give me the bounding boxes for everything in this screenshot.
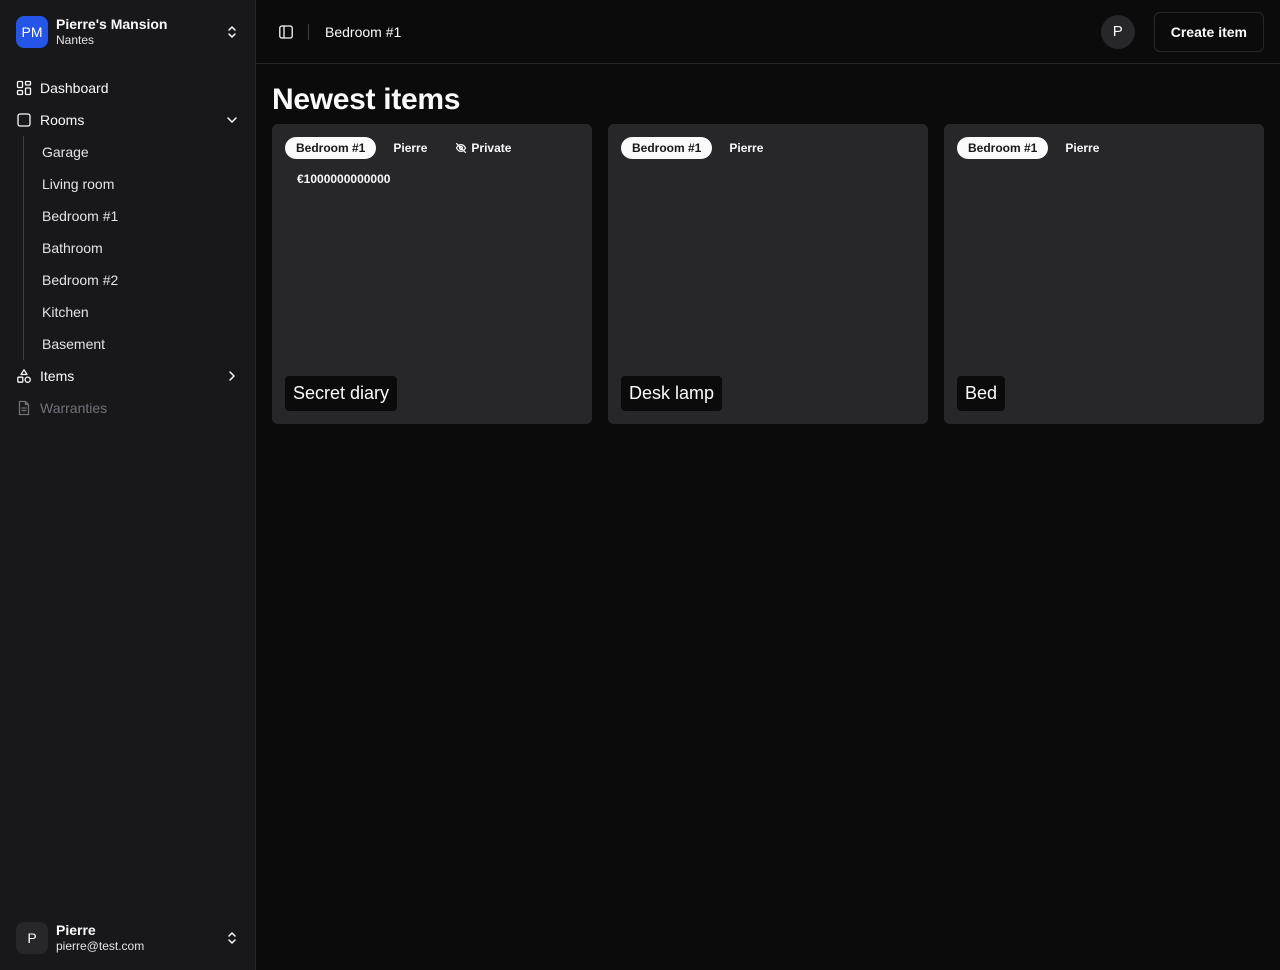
sidebar-subitem-living-room[interactable]: Living room bbox=[34, 168, 248, 200]
header-divider bbox=[308, 23, 309, 40]
top-bar: Bedroom #1 P Create item bbox=[256, 0, 1280, 64]
sidebar-item-rooms[interactable]: Rooms bbox=[8, 104, 248, 136]
square-icon bbox=[16, 112, 32, 128]
file-icon bbox=[16, 400, 32, 416]
shapes-icon bbox=[16, 368, 32, 384]
item-card[interactable]: Bedroom #1 Pierre Desk lamp bbox=[608, 124, 928, 424]
avatar: P bbox=[16, 922, 48, 954]
workspace-name: Pierre's Mansion bbox=[56, 16, 168, 32]
sidebar-item-dashboard[interactable]: Dashboard bbox=[8, 72, 248, 104]
sidebar-nav: Dashboard Rooms Garage Living room Bedro… bbox=[8, 72, 248, 424]
private-label: Private bbox=[471, 141, 512, 155]
sidebar-subitem-kitchen[interactable]: Kitchen bbox=[34, 296, 248, 328]
sidebar-toggle-button[interactable] bbox=[272, 18, 300, 46]
item-card[interactable]: Bedroom #1 Pierre Bed bbox=[944, 124, 1264, 424]
item-title: Desk lamp bbox=[621, 376, 723, 411]
chevron-down-icon bbox=[224, 112, 240, 128]
sidebar-subitem-bathroom[interactable]: Bathroom bbox=[34, 232, 248, 264]
panel-left-icon bbox=[278, 24, 294, 40]
sidebar-item-label: Rooms bbox=[40, 112, 85, 128]
user-email: pierre@test.com bbox=[56, 939, 145, 953]
sidebar-item-label: Warranties bbox=[40, 400, 108, 416]
user-menu[interactable]: P Pierre pierre@test.com bbox=[8, 914, 248, 962]
owner-badge: Pierre bbox=[393, 141, 428, 155]
private-badge: Private bbox=[444, 137, 522, 159]
user-name: Pierre bbox=[56, 922, 96, 938]
sidebar-item-label: Items bbox=[40, 368, 75, 384]
room-badge: Bedroom #1 bbox=[285, 137, 377, 159]
sidebar: PM Pierre's Mansion Nantes Dashboard Roo… bbox=[0, 0, 256, 970]
rooms-submenu: Garage Living room Bedroom #1 Bathroom B… bbox=[23, 136, 248, 360]
workspace-switcher[interactable]: PM Pierre's Mansion Nantes bbox=[8, 8, 248, 56]
owner-badge: Pierre bbox=[1065, 141, 1100, 155]
item-price: €1000000000000 bbox=[297, 172, 391, 186]
avatar[interactable]: P bbox=[1100, 14, 1135, 49]
chevrons-up-down-icon bbox=[224, 24, 240, 40]
sidebar-item-warranties[interactable]: Warranties bbox=[8, 392, 248, 424]
chevrons-up-down-icon bbox=[224, 930, 240, 946]
chevron-right-icon bbox=[224, 368, 240, 384]
item-title: Secret diary bbox=[285, 376, 398, 411]
breadcrumb[interactable]: Bedroom #1 bbox=[325, 24, 1101, 40]
sidebar-subitem-basement[interactable]: Basement bbox=[34, 328, 248, 360]
dashboard-icon bbox=[16, 80, 32, 96]
sidebar-subitem-bedroom-2[interactable]: Bedroom #2 bbox=[34, 264, 248, 296]
item-title: Bed bbox=[957, 376, 1006, 411]
sidebar-subitem-bedroom-1[interactable]: Bedroom #1 bbox=[34, 200, 248, 232]
sidebar-item-label: Dashboard bbox=[40, 80, 109, 96]
workspace-location: Nantes bbox=[56, 33, 95, 47]
eye-off-icon bbox=[455, 142, 467, 154]
room-badge: Bedroom #1 bbox=[621, 137, 713, 159]
sidebar-subitem-garage[interactable]: Garage bbox=[34, 136, 248, 168]
create-item-button[interactable]: Create item bbox=[1153, 11, 1264, 52]
item-card[interactable]: Bedroom #1 Pierre Private €1000000000000… bbox=[272, 124, 592, 424]
sidebar-item-items[interactable]: Items bbox=[8, 360, 248, 392]
owner-badge: Pierre bbox=[729, 141, 764, 155]
item-card-list: Bedroom #1 Pierre Private €1000000000000… bbox=[272, 124, 1264, 424]
workspace-avatar: PM bbox=[16, 16, 48, 48]
room-badge: Bedroom #1 bbox=[957, 137, 1049, 159]
page-title: Newest items bbox=[272, 83, 461, 116]
